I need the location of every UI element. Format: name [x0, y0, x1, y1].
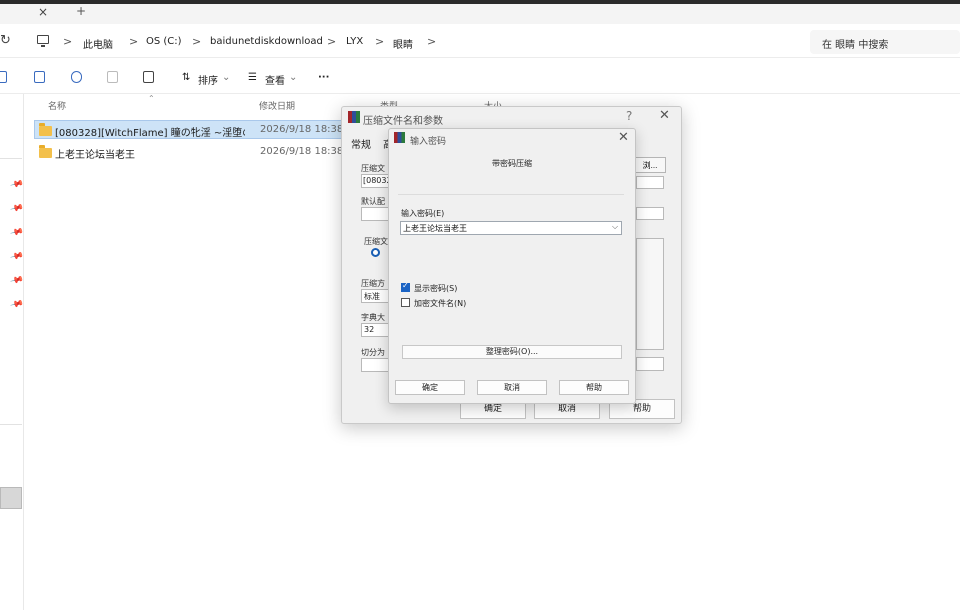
file-name[interactable]: 上老王论坛当老王 [55, 146, 135, 161]
chevron-right-icon[interactable]: > [327, 35, 336, 48]
password-label: 输入密码(E) [401, 209, 445, 218]
enter-password-dialog [388, 128, 636, 404]
nav-item-selected[interactable] [0, 487, 22, 509]
file-date: 2026/9/18 18:38 [260, 146, 344, 157]
encrypt-file-names-checkbox[interactable] [401, 298, 410, 307]
nav-divider [0, 424, 22, 425]
close-icon[interactable]: ✕ [618, 130, 629, 145]
chevron-right-icon[interactable]: > [129, 35, 138, 48]
file-name[interactable]: [080328][WitchFlame] 瞳の牝淫 ~淫堕の牝... [55, 124, 245, 139]
split-volumes-input[interactable] [361, 358, 389, 372]
new-tab-icon[interactable]: + [76, 4, 86, 18]
column-header-date[interactable]: 修改日期 [259, 99, 295, 112]
ok-button[interactable]: 确定 [395, 380, 465, 395]
format-radio-selected[interactable] [371, 248, 380, 257]
sort-button[interactable]: 排序 [198, 72, 218, 87]
breadcrumb-lyx[interactable]: LYX [346, 36, 363, 47]
dialog-title: 压缩文件名和参数 [363, 116, 443, 127]
view-button[interactable]: 查看 [265, 72, 285, 87]
password-value: 上老王论坛当老王 [403, 224, 467, 233]
help-icon[interactable]: ? [626, 109, 632, 123]
default-profile-label: 默认配 [361, 197, 385, 206]
address-bar: ↻ > 此电脑 > OS (C:) > baidunetdiskdownload… [0, 26, 960, 58]
profile-select[interactable] [636, 207, 664, 220]
navigation-pane [0, 94, 24, 610]
sort-indicator-icon: ⌃ [148, 94, 155, 103]
chevron-down-icon[interactable]: ⌄ [289, 72, 297, 83]
chevron-right-icon[interactable]: > [375, 35, 384, 48]
chevron-right-icon[interactable]: > [63, 35, 72, 48]
tab-general[interactable]: 常规 [351, 136, 371, 151]
delete-icon[interactable] [143, 71, 154, 83]
dictionary-size-value: 32 [364, 325, 375, 334]
chevron-down-icon[interactable]: ⌄ [222, 72, 230, 83]
archive-name-label: 压缩文 [361, 164, 385, 173]
split-volumes-label: 切分为 [361, 348, 385, 357]
breadcrumb-eyes[interactable]: 眼睛 [393, 36, 413, 51]
archive-option-input[interactable] [636, 357, 664, 371]
divider [398, 194, 624, 195]
folder-icon [39, 123, 52, 136]
help-button[interactable]: 帮助 [559, 380, 629, 395]
browse-button[interactable]: 浏... [634, 157, 666, 173]
tab-close-icon[interactable]: × [38, 5, 48, 19]
search-placeholder[interactable]: 在 眼睛 中搜索 [822, 36, 888, 51]
cancel-button[interactable]: 取消 [477, 380, 547, 395]
show-password-label[interactable]: 显示密码(S) [414, 283, 457, 294]
winrar-icon [348, 111, 360, 123]
column-header-name[interactable]: 名称 [48, 99, 66, 112]
breadcrumb-this-pc[interactable]: 此电脑 [83, 36, 113, 51]
compression-method-value: 标准 [364, 292, 380, 301]
more-options-button[interactable]: ··· [318, 72, 329, 83]
dialog-title: 输入密码 [410, 137, 447, 147]
show-password-checkbox[interactable] [401, 281, 410, 292]
tab-bar [0, 4, 960, 24]
organize-passwords-button[interactable]: 整理密码(O)... [402, 345, 622, 359]
chevron-right-icon[interactable]: > [427, 35, 436, 48]
refresh-icon[interactable]: ↻ [0, 33, 11, 48]
view-icon[interactable]: ☰ [248, 72, 257, 83]
share-icon[interactable] [107, 71, 118, 83]
encrypt-file-names-label[interactable]: 加密文件名(N) [414, 298, 466, 309]
this-pc-icon[interactable] [37, 35, 49, 47]
breadcrumb-baidunetdiskdownload[interactable]: baidunetdiskdownload [210, 36, 323, 47]
chevron-down-icon[interactable]: ⌵ [612, 222, 618, 232]
archive-format-label: 压缩文 [364, 237, 388, 246]
close-icon[interactable]: ✕ [659, 108, 670, 123]
sort-arrows-icon[interactable]: ⇅ [182, 72, 190, 83]
copy-icon[interactable] [34, 71, 45, 83]
paste-icon[interactable] [71, 71, 82, 83]
breadcrumb-os-c[interactable]: OS (C:) [146, 36, 182, 47]
dictionary-size-label: 字典大 [361, 313, 385, 322]
update-mode-select[interactable] [636, 176, 664, 189]
nav-divider [0, 158, 22, 159]
profile-button[interactable] [361, 207, 389, 221]
dialog-heading: 带密码压缩 [492, 159, 532, 168]
winrar-icon [394, 132, 405, 143]
folder-icon [39, 145, 52, 158]
file-date: 2026/9/18 18:38 [260, 124, 344, 135]
archive-options-group [636, 238, 664, 350]
chevron-right-icon[interactable]: > [192, 35, 201, 48]
compression-method-label: 压缩方 [361, 279, 385, 288]
new-icon[interactable] [0, 71, 7, 83]
